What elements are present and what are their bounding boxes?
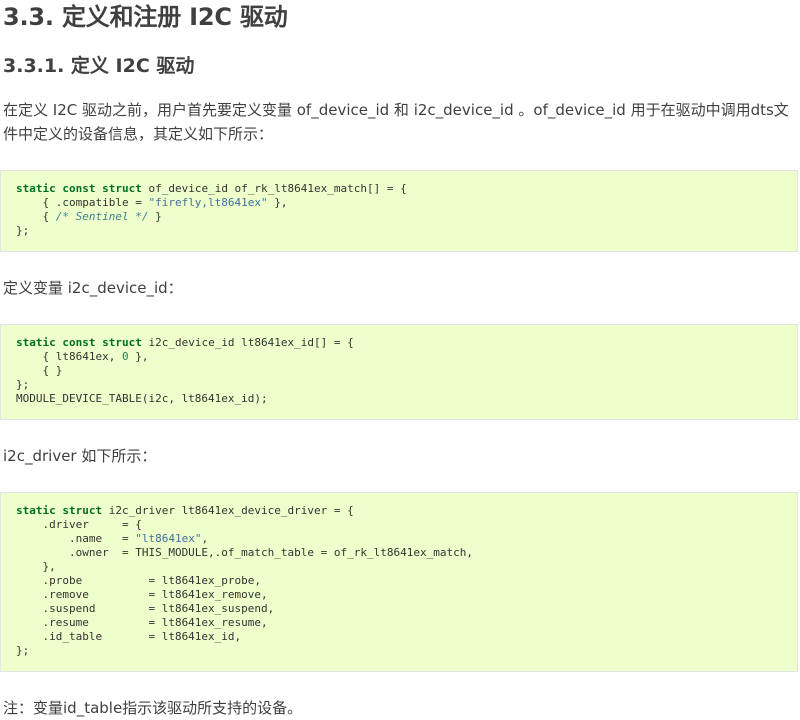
section-title: 3.3. 定义和注册 I2C 驱动: [3, 3, 288, 31]
code-text: {: [16, 210, 56, 223]
code-text: },: [128, 350, 149, 363]
code-text: i2c_driver lt8641ex_device_driver = {: [102, 504, 354, 517]
code-text: },: [267, 196, 288, 209]
code-line: .owner = THIS_MODULE,.of_match_table = o…: [16, 546, 473, 559]
code-line: { }: [16, 364, 63, 377]
code-line: };: [16, 224, 30, 237]
code-line: .id_table = lt8641ex_id,: [16, 630, 242, 643]
code-keyword: static struct: [16, 504, 103, 517]
code-line: { lt8641ex, 0 },: [16, 350, 782, 364]
code-number: 0: [121, 350, 129, 363]
code-line: },: [16, 560, 56, 573]
driver-paragraph: i2c_driver 如下所示：: [3, 447, 157, 465]
code-text: i2c_device_id lt8641ex_id[] = {: [141, 336, 354, 349]
device-id-paragraph: 定义变量 i2c_device_id：: [3, 279, 183, 297]
code-line: { /* Sentinel */ }: [16, 210, 782, 224]
code-block-of-match: static const struct of_device_id of_rk_l…: [0, 170, 798, 252]
code-line: static struct i2c_driver lt8641ex_device…: [16, 504, 782, 518]
code-text: { lt8641ex,: [16, 350, 122, 363]
code-text: .name =: [16, 532, 136, 545]
code-keyword: static const struct: [16, 336, 142, 349]
code-text: of_device_id of_rk_lt8641ex_match[] = {: [141, 182, 407, 195]
code-keyword: static const struct: [16, 182, 142, 195]
code-line: { .compatible = "firefly,lt8641ex" },: [16, 196, 782, 210]
code-line: .name = "lt8641ex",: [16, 532, 782, 546]
code-line: .driver = {: [16, 518, 142, 531]
code-line: };: [16, 644, 30, 657]
code-text: ,: [201, 532, 209, 545]
code-line: .resume = lt8641ex_resume,: [16, 616, 268, 629]
code-string: "lt8641ex": [135, 532, 202, 545]
code-line: };: [16, 378, 30, 391]
code-comment: /* Sentinel */: [55, 210, 149, 223]
subsection-title: 3.3.1. 定义 I2C 驱动: [3, 55, 195, 77]
document-page: 3.3. 定义和注册 I2C 驱动 3.3.1. 定义 I2C 驱动 在定义 I…: [0, 0, 800, 720]
code-block-i2c-device-id: static const struct i2c_device_id lt8641…: [0, 324, 798, 420]
code-line: .remove = lt8641ex_remove,: [16, 588, 268, 601]
code-string: "firefly,lt8641ex": [148, 196, 268, 209]
code-block-i2c-driver: static struct i2c_driver lt8641ex_device…: [0, 492, 798, 672]
intro-paragraph: 在定义 I2C 驱动之前，用户首先要定义变量 of_device_id 和 i2…: [3, 101, 789, 143]
code-text: }: [148, 210, 162, 223]
note-paragraph: 注：变量id_table指示该驱动所支持的设备。: [3, 699, 303, 717]
code-line: .probe = lt8641ex_probe,: [16, 574, 262, 587]
code-line: static const struct of_device_id of_rk_l…: [16, 182, 782, 196]
code-text: { .compatible =: [16, 196, 149, 209]
code-line: static const struct i2c_device_id lt8641…: [16, 336, 782, 350]
code-line: .suspend = lt8641ex_suspend,: [16, 602, 275, 615]
code-line: MODULE_DEVICE_TABLE(i2c, lt8641ex_id);: [16, 392, 268, 405]
